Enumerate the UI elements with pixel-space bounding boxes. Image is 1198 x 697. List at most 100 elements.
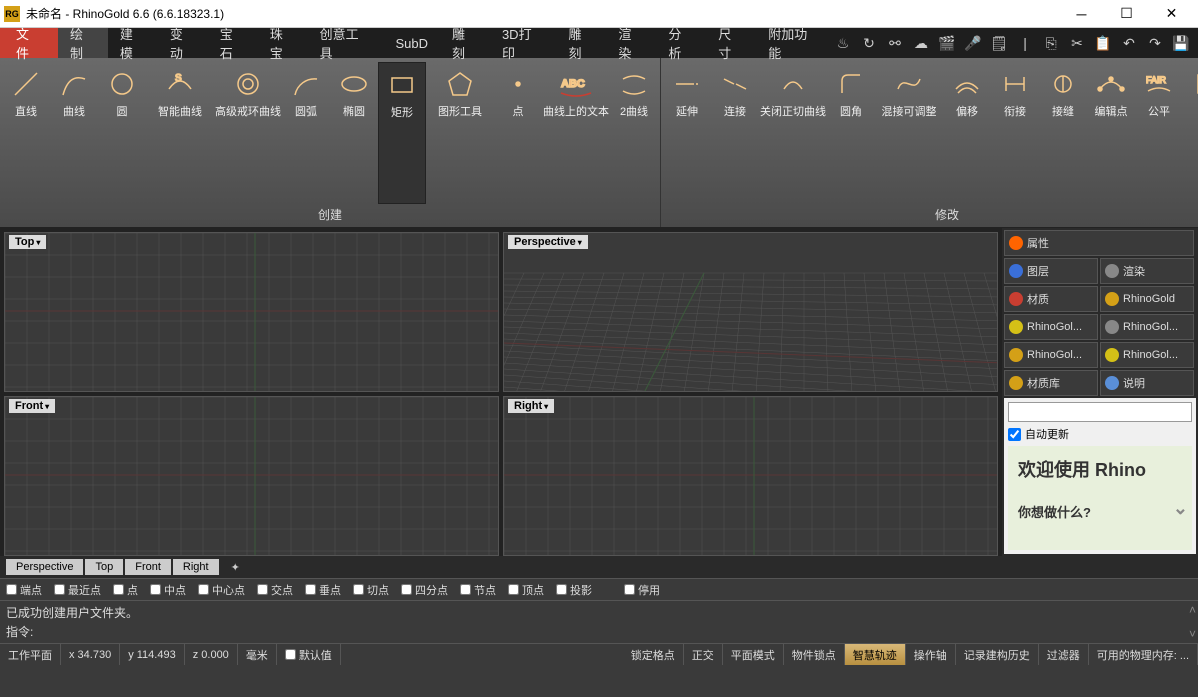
tool-ellipse[interactable]: 椭圆 <box>330 62 378 204</box>
osnap-四分点[interactable]: 四分点 <box>401 582 448 598</box>
panel-tab-材质[interactable]: 材质 <box>1004 286 1098 312</box>
menu-渲染[interactable]: 渲染 <box>606 28 656 58</box>
menu-创意工具[interactable]: 创意工具 <box>308 28 384 58</box>
undo-icon[interactable]: ↶ <box>1118 32 1140 54</box>
osnap-点[interactable]: 点 <box>113 582 138 598</box>
tool-smart-curve[interactable]: S智能曲线 <box>146 62 214 204</box>
tool-line[interactable]: 直线 <box>2 62 50 204</box>
tool-layout[interactable]: 布 <box>1183 62 1198 204</box>
status-记录建构历史[interactable]: 记录建构历史 <box>956 644 1039 665</box>
status-过滤器[interactable]: 过滤器 <box>1039 644 1089 665</box>
close-button[interactable]: ✕ <box>1149 0 1194 28</box>
tool-text-on-curve[interactable]: ABC曲线上的文本 <box>542 62 610 204</box>
menu-变动[interactable]: 变动 <box>158 28 208 58</box>
osnap-停用[interactable]: 停用 <box>624 582 660 598</box>
status-正交[interactable]: 正交 <box>684 644 723 665</box>
tool-two-curve[interactable]: 2曲线 <box>610 62 658 204</box>
tool-curve[interactable]: 曲线 <box>50 62 98 204</box>
save-icon[interactable]: 💾 <box>1170 32 1192 54</box>
status-plane[interactable]: 工作平面 <box>0 644 61 665</box>
panel-tab-RhinoGold[interactable]: RhinoGold <box>1100 286 1194 312</box>
tool-polygon[interactable]: 图形工具 <box>426 62 494 204</box>
auto-update-checkbox[interactable]: 自动更新 <box>1008 426 1192 442</box>
vp-tab-right[interactable]: Right <box>173 559 219 575</box>
scroll-up-icon[interactable]: ˄ <box>1189 603 1196 617</box>
viewport-perspective[interactable]: Perspective ▾ <box>503 232 998 392</box>
panel-tab-RhinoGol...[interactable]: RhinoGol... <box>1100 342 1194 368</box>
panel-tab-材质库[interactable]: 材质库 <box>1004 370 1098 396</box>
tool-seam[interactable]: 接缝 <box>1039 62 1087 204</box>
tool-circle[interactable]: 圆 <box>98 62 146 204</box>
copy-icon[interactable]: ⎘ <box>1040 32 1062 54</box>
redo-icon[interactable]: ↷ <box>1144 32 1166 54</box>
osnap-切点[interactable]: 切点 <box>353 582 389 598</box>
status-default[interactable]: 默认值 <box>277 644 341 665</box>
link-icon[interactable]: ⚯ <box>884 32 906 54</box>
vp-tab-front[interactable]: Front <box>125 559 171 575</box>
osnap-中点[interactable]: 中点 <box>150 582 186 598</box>
osnap-垂点[interactable]: 垂点 <box>305 582 341 598</box>
panel-tab-属性[interactable]: 属性 <box>1004 230 1194 256</box>
maximize-button[interactable]: ☐ <box>1104 0 1149 28</box>
osnap-端点[interactable]: 端点 <box>6 582 42 598</box>
tool-connect[interactable]: 连接 <box>711 62 759 204</box>
panel-tab-图层[interactable]: 图层 <box>1004 258 1098 284</box>
status-操作轴[interactable]: 操作轴 <box>906 644 956 665</box>
command-prompt[interactable]: 指令: <box>6 622 1192 641</box>
status-平面模式[interactable]: 平面模式 <box>723 644 784 665</box>
tool-close-tangent[interactable]: 关闭正切曲线 <box>759 62 827 204</box>
cut-icon[interactable]: ✂ <box>1066 32 1088 54</box>
tool-ring-curve[interactable]: 高级戒环曲线 <box>214 62 282 204</box>
tool-offset[interactable]: 偏移 <box>943 62 991 204</box>
tool-fair[interactable]: FAIR公平 <box>1135 62 1183 204</box>
menu-雕刻[interactable]: 雕刻 <box>556 28 606 58</box>
status-unit[interactable]: 毫米 <box>238 644 277 665</box>
menu-附加功能[interactable]: 附加功能 <box>756 28 832 58</box>
menu-珠宝[interactable]: 珠宝 <box>258 28 308 58</box>
menu-尺寸[interactable]: 尺寸 <box>706 28 756 58</box>
panel-tab-RhinoGol...[interactable]: RhinoGol... <box>1004 342 1098 368</box>
minimize-button[interactable]: ─ <box>1059 0 1104 28</box>
panel-tab-渲染[interactable]: 渲染 <box>1100 258 1194 284</box>
chevron-down-icon[interactable]: ⌄ <box>1173 498 1188 519</box>
tool-blend-adjust[interactable]: 混接可调整 <box>875 62 943 204</box>
viewport-top[interactable]: Top ▾ <box>4 232 499 392</box>
menu-绘制[interactable]: 绘制 <box>58 28 108 58</box>
menu-建模[interactable]: 建模 <box>108 28 158 58</box>
viewport-label[interactable]: Right ▾ <box>508 399 554 413</box>
panel-tab-RhinoGol...[interactable]: RhinoGol... <box>1004 314 1098 340</box>
clapper-icon[interactable]: 🎬 <box>936 32 958 54</box>
tool-edit-points[interactable]: 编辑点 <box>1087 62 1135 204</box>
note-icon[interactable]: 🗒 <box>988 32 1010 54</box>
flame-icon[interactable]: ♨ <box>832 32 854 54</box>
status-锁定格点[interactable]: 锁定格点 <box>623 644 684 665</box>
tool-fillet[interactable]: 圆角 <box>827 62 875 204</box>
viewport-right[interactable]: Right ▾ <box>503 396 998 556</box>
menu-分析[interactable]: 分析 <box>656 28 706 58</box>
vp-tab-perspective[interactable]: Perspective <box>6 559 83 575</box>
menu-3D打印[interactable]: 3D打印 <box>490 28 556 58</box>
panel-tab-说明[interactable]: 说明 <box>1100 370 1194 396</box>
osnap-最近点[interactable]: 最近点 <box>54 582 101 598</box>
add-viewport-button[interactable]: ✦ <box>221 559 250 576</box>
tool-extend[interactable]: 延伸 <box>663 62 711 204</box>
menu-宝石[interactable]: 宝石 <box>208 28 258 58</box>
osnap-节点[interactable]: 节点 <box>460 582 496 598</box>
panel-tab-RhinoGol...[interactable]: RhinoGol... <box>1100 314 1194 340</box>
menu-雕刻[interactable]: 雕刻 <box>440 28 490 58</box>
tool-bridge[interactable]: 衔接 <box>991 62 1039 204</box>
tool-arc[interactable]: 圆弧 <box>282 62 330 204</box>
viewport-front[interactable]: Front ▾ <box>4 396 499 556</box>
mic-icon[interactable]: 🎤 <box>962 32 984 54</box>
viewport-label[interactable]: Top ▾ <box>9 235 46 249</box>
osnap-中心点[interactable]: 中心点 <box>198 582 245 598</box>
command-line[interactable]: 已成功创建用户文件夹。 指令: ˄ ˅ <box>0 600 1198 643</box>
viewport-label[interactable]: Front ▾ <box>9 399 55 413</box>
scroll-down-icon[interactable]: ˅ <box>1189 627 1196 641</box>
menu-SubD[interactable]: SubD <box>383 28 440 58</box>
menu-file[interactable]: 文件 <box>0 28 58 58</box>
osnap-投影[interactable]: 投影 <box>556 582 592 598</box>
status-物件锁点[interactable]: 物件锁点 <box>784 644 845 665</box>
status-智慧轨迹[interactable]: 智慧轨迹 <box>845 644 906 665</box>
tool-rectangle[interactable]: 矩形 <box>378 62 426 204</box>
